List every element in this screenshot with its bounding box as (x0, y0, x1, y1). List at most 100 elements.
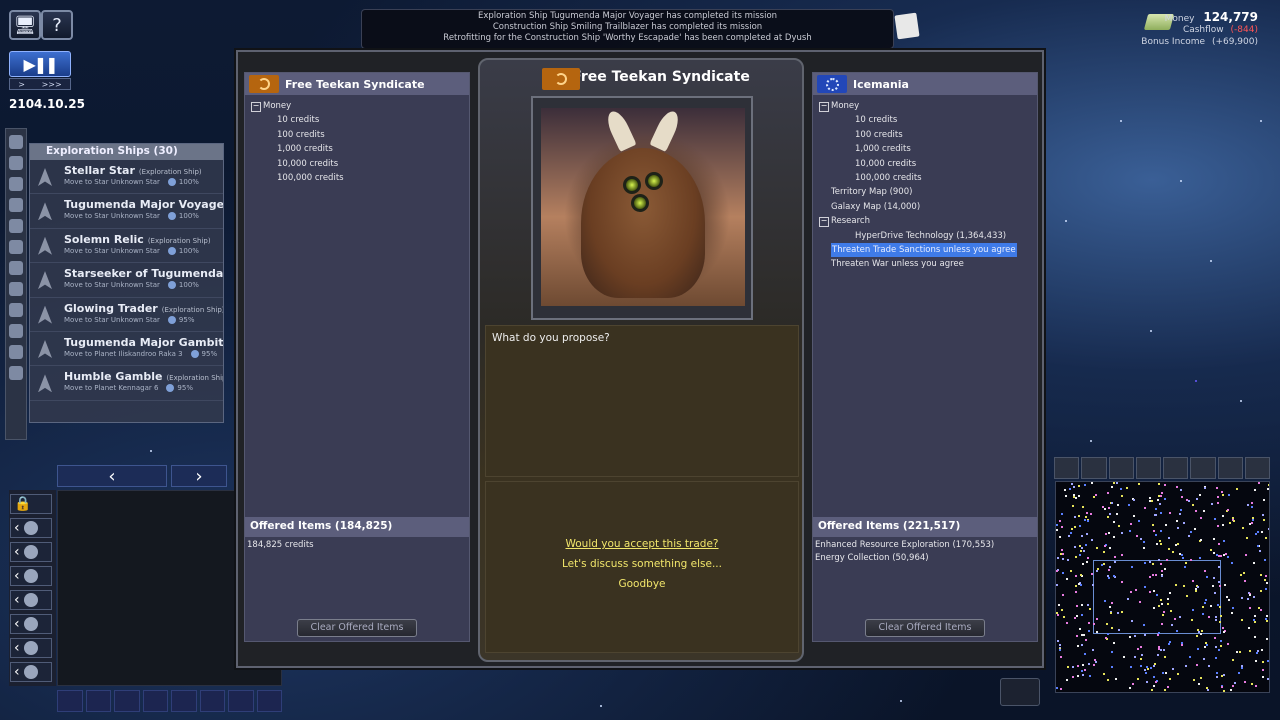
speed-fast[interactable]: >>> (42, 80, 62, 89)
help-icon[interactable]: ? (41, 10, 73, 40)
tree-item[interactable]: 10,000 credits (819, 157, 1037, 171)
toolbar-slot[interactable] (85, 690, 111, 712)
character-tab-icon[interactable]: ‹ (10, 566, 52, 586)
list-item[interactable]: Starseeker of Tugumenda Majo Move to Sta… (30, 263, 223, 298)
left-party-name: Free Teekan Syndicate (285, 77, 425, 91)
toolbar-slot[interactable] (228, 690, 254, 712)
computer-icon[interactable]: 🖥 (9, 10, 41, 40)
tree-node-research[interactable]: Research (819, 214, 1037, 228)
minimap-star (1091, 539, 1093, 541)
offered-item[interactable]: Enhanced Resource Exploration (170,553) (815, 539, 994, 552)
character-filter-icon[interactable] (9, 345, 23, 359)
ship-icon (38, 202, 52, 221)
minimap-star (1133, 499, 1135, 501)
toolbar-slot[interactable] (142, 690, 168, 712)
clear-offered-button[interactable]: Clear Offered Items (297, 619, 417, 637)
tree-item[interactable]: 10 credits (819, 113, 1037, 127)
message-icon[interactable] (894, 12, 920, 40)
tree-item[interactable]: 100,000 credits (819, 171, 1037, 185)
minimap-star (1229, 522, 1231, 524)
minimap-filter-icon[interactable] (1190, 457, 1216, 479)
minimap-star (1056, 524, 1058, 526)
minimap-filter-icon[interactable] (1217, 457, 1243, 479)
tree-item[interactable]: 10,000 credits (251, 157, 469, 171)
list-item[interactable]: Tugumenda Major Voyager(Explor Move to S… (30, 194, 223, 229)
speed-slow[interactable]: > (18, 80, 25, 89)
tree-item[interactable]: HyperDrive Technology (1,364,433) (819, 229, 1037, 243)
toolbar-slot[interactable] (114, 690, 140, 712)
offered-item[interactable]: 184,825 credits (247, 539, 314, 552)
list-item[interactable]: Tugumenda Major Gambit(Explor Move to Pl… (30, 332, 223, 367)
station-filter-icon[interactable] (9, 198, 23, 212)
threaten-war-item[interactable]: Threaten War unless you agree (819, 257, 1037, 271)
research-tab-icon[interactable]: ‹ (10, 614, 52, 634)
tree-item-galaxy-map[interactable]: Galaxy Map (14,000) (819, 200, 1037, 214)
threaten-trade-item[interactable]: Threaten Trade Sanctions unless you agre… (831, 243, 1017, 258)
minimap-star (1057, 640, 1059, 642)
offered-item[interactable]: Energy Collection (50,964) (815, 552, 994, 565)
minimap-star (1233, 520, 1235, 522)
accept-trade-link[interactable]: Would you accept this trade? (486, 538, 798, 550)
fleet-tab-icon[interactable]: ‹ (10, 590, 52, 610)
play-pause-button[interactable]: ▶❚❚ (9, 51, 71, 77)
minimap-star (1093, 664, 1095, 666)
speed-control[interactable]: > >>> (9, 78, 71, 90)
minimap-star (1215, 657, 1217, 659)
goodbye-link[interactable]: Goodbye (486, 578, 798, 590)
construction-filter-icon[interactable] (9, 219, 23, 233)
minimap-star (1195, 590, 1197, 592)
lock-icon[interactable]: 🔒 (10, 494, 52, 514)
next-page-button[interactable]: › (171, 465, 227, 487)
galaxy-view-button[interactable] (1000, 678, 1040, 706)
minimap-star (1255, 685, 1257, 687)
clear-offered-button[interactable]: Clear Offered Items (865, 619, 985, 637)
planet-tab-icon[interactable]: ‹ (10, 518, 52, 538)
galaxy-minimap[interactable] (1055, 481, 1270, 693)
tree-item-territory-map[interactable]: Territory Map (900) (819, 185, 1037, 199)
alert-filter-icon[interactable] (9, 366, 23, 380)
pirate-filter-icon[interactable] (9, 261, 23, 275)
toolbar-slot[interactable] (256, 690, 282, 712)
minimap-filter-icon[interactable] (1108, 457, 1134, 479)
list-item[interactable]: Glowing Trader (Exploration Ship) Move to… (30, 298, 223, 332)
tree-item[interactable]: 10 credits (251, 113, 469, 127)
military-filter-icon[interactable] (9, 240, 23, 254)
tree-item[interactable]: 1,000 credits (251, 142, 469, 156)
tree-item[interactable]: 1,000 credits (819, 142, 1037, 156)
tree-item[interactable]: 100 credits (819, 128, 1037, 142)
minimap-filter-icon[interactable] (1054, 457, 1080, 479)
ship-tab-icon[interactable]: ‹ (10, 542, 52, 562)
minimap-star (1066, 578, 1068, 580)
energy-filter-icon[interactable] (9, 303, 23, 317)
minimap-star (1065, 495, 1067, 497)
construction-tab-icon[interactable]: ‹ (10, 638, 52, 658)
route-filter-icon[interactable] (9, 324, 23, 338)
right-offered-header: Offered Items (221,517) (813, 517, 1037, 537)
tree-node-money[interactable]: Money (251, 99, 469, 113)
minimap-viewport[interactable] (1093, 560, 1221, 634)
prev-page-button[interactable]: ‹ (57, 465, 167, 487)
minimap-star (1074, 546, 1076, 548)
toolbar-slot[interactable] (171, 690, 197, 712)
empire-tab-icon[interactable]: ‹ (10, 662, 52, 682)
notification-log[interactable]: Exploration Ship Tugumenda Major Voyager… (361, 9, 894, 49)
tree-node-money[interactable]: Money (819, 99, 1037, 113)
minimap-filter-icon[interactable] (1081, 457, 1107, 479)
minimap-filter-icon[interactable] (1135, 457, 1161, 479)
list-item[interactable]: Stellar Star (Exploration Ship) Move to S… (30, 160, 223, 195)
discuss-else-link[interactable]: Let's discuss something else... (486, 558, 798, 570)
colony-filter-icon[interactable] (9, 177, 23, 191)
ship-filter-icon[interactable] (9, 156, 23, 170)
toolbar-slot[interactable] (199, 690, 225, 712)
tree-item[interactable]: 100 credits (251, 128, 469, 142)
toolbar-slot[interactable] (57, 690, 83, 712)
ship-list-title[interactable]: Exploration Ships (30) (30, 144, 223, 160)
minimap-star (1110, 612, 1112, 614)
minimap-filter-icon[interactable] (1163, 457, 1189, 479)
list-item[interactable]: Humble Gamble (Exploration Ship) Move to … (30, 366, 223, 401)
minimap-filter-icon[interactable] (1244, 457, 1270, 479)
star-filter-icon[interactable] (9, 282, 23, 296)
tree-item[interactable]: 100,000 credits (251, 171, 469, 185)
planet-filter-icon[interactable] (9, 135, 23, 149)
list-item[interactable]: Solemn Relic (Exploration Ship) Move to S… (30, 229, 223, 264)
